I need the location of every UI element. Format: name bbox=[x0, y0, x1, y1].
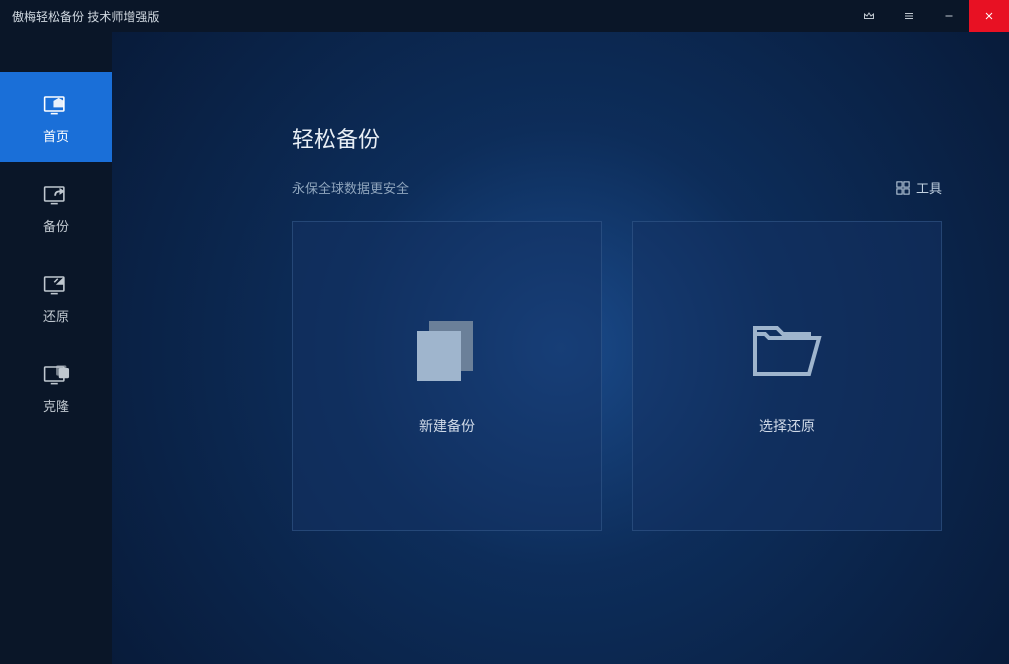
app-title: 傲梅轻松备份 技术师增强版 bbox=[12, 8, 159, 25]
main-header: 轻松备份 永保全球数据更安全 工具 bbox=[292, 122, 949, 197]
clone-icon bbox=[42, 360, 70, 388]
menu-button[interactable] bbox=[889, 0, 929, 32]
tools-link[interactable]: 工具 bbox=[896, 178, 942, 197]
sidebar-item-label: 还原 bbox=[43, 306, 69, 325]
close-icon bbox=[983, 10, 995, 22]
main-content: 轻松备份 永保全球数据更安全 工具 bbox=[112, 32, 1009, 664]
sidebar: 首页 备份 还原 bbox=[0, 32, 112, 664]
card-container: 新建备份 选择还原 bbox=[292, 221, 949, 531]
backup-icon bbox=[42, 180, 70, 208]
app-window: 傲梅轻松备份 技术师增强版 bbox=[0, 0, 1009, 664]
card-label: 选择还原 bbox=[759, 416, 815, 436]
new-backup-card[interactable]: 新建备份 bbox=[292, 221, 602, 531]
folder-icon bbox=[747, 316, 827, 386]
sidebar-item-backup[interactable]: 备份 bbox=[0, 162, 112, 252]
body: 首页 备份 还原 bbox=[0, 32, 1009, 664]
close-button[interactable] bbox=[969, 0, 1009, 32]
menu-icon bbox=[903, 10, 915, 22]
sidebar-item-label: 备份 bbox=[43, 216, 69, 235]
minimize-icon bbox=[943, 10, 955, 22]
sidebar-item-label: 首页 bbox=[43, 126, 69, 145]
crown-button[interactable] bbox=[849, 0, 889, 32]
grid-icon bbox=[896, 181, 910, 195]
tools-label: 工具 bbox=[916, 178, 942, 197]
sidebar-item-restore[interactable]: 还原 bbox=[0, 252, 112, 342]
sidebar-item-home[interactable]: 首页 bbox=[0, 72, 112, 162]
sidebar-item-label: 克隆 bbox=[43, 396, 69, 415]
minimize-button[interactable] bbox=[929, 0, 969, 32]
sidebar-item-clone[interactable]: 克隆 bbox=[0, 342, 112, 432]
document-stack-icon bbox=[407, 316, 487, 386]
page-title: 轻松备份 bbox=[292, 122, 949, 154]
page-subtitle: 永保全球数据更安全 bbox=[292, 178, 409, 197]
window-controls bbox=[849, 0, 1009, 32]
crown-icon bbox=[863, 10, 875, 22]
restore-icon bbox=[42, 270, 70, 298]
subtitle-row: 永保全球数据更安全 工具 bbox=[292, 178, 942, 197]
select-restore-card[interactable]: 选择还原 bbox=[632, 221, 942, 531]
titlebar: 傲梅轻松备份 技术师增强版 bbox=[0, 0, 1009, 32]
card-label: 新建备份 bbox=[419, 416, 475, 436]
home-icon bbox=[42, 90, 70, 118]
